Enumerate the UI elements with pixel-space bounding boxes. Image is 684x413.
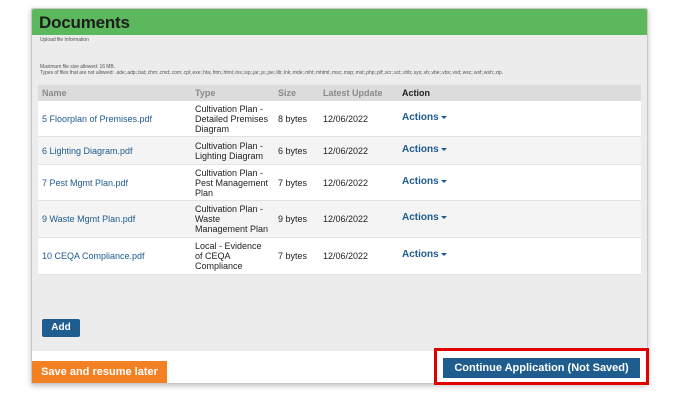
actions-label: Actions [402,176,439,187]
table-spacer [38,275,641,295]
document-date: 12/06/2022 [323,214,369,224]
column-header-size: Size [278,88,297,98]
document-link[interactable]: 6 Lighting Diagram.pdf [42,146,133,156]
actions-dropdown[interactable]: Actions [402,145,447,155]
document-type: Cultivation Plan - Lighting Diagram [195,141,277,161]
document-type-line: Lighting Diagram [195,151,264,161]
document-type-line: Cultivation Plan - [195,104,264,114]
document-date: 12/06/2022 [323,114,369,124]
actions-dropdown[interactable]: Actions [402,113,447,123]
document-type-line: Waste [195,214,221,224]
document-type: Local - Evidence of CEQA Compliance [195,241,277,271]
document-size: 8 bytes [278,114,308,124]
column-header-action: Action [402,88,430,98]
documents-section: Documents Upload file Information Maximu… [31,8,648,384]
document-type-line: Cultivation Plan - [195,204,264,214]
upload-info-label: Upload file Information [40,37,89,43]
document-link[interactable]: 10 CEQA Compliance.pdf [42,251,145,261]
document-type-line: Compliance [195,261,243,271]
document-type-line: Pest Management [195,178,269,188]
document-type-line: Plan [195,188,214,198]
document-type-line: Cultivation Plan - [195,168,264,178]
caret-down-icon [440,215,447,219]
document-type-line: Detailed Premises [195,114,269,124]
actions-dropdown[interactable]: Actions [402,213,447,223]
document-type-line: Diagram [195,124,230,134]
caret-down-icon [440,115,447,119]
document-link[interactable]: 5 Floorplan of Premises.pdf [42,114,152,124]
document-date: 12/06/2022 [323,178,369,188]
document-type: Cultivation Plan - Pest Management Plan [195,168,277,198]
document-link[interactable]: 7 Pest Mgmt Plan.pdf [42,178,128,188]
document-size: 7 bytes [278,251,308,261]
actions-dropdown[interactable]: Actions [402,250,447,260]
caret-down-icon [440,179,447,183]
actions-label: Actions [402,212,439,223]
section-header: Documents [32,9,647,35]
document-type-line: Cultivation Plan - [195,141,264,151]
document-date: 12/06/2022 [323,146,369,156]
caret-down-icon [440,147,447,151]
table-header: Name Type Size Latest Update Action [38,85,641,101]
table-row: 7 Pest Mgmt Plan.pdf Cultivation Plan - … [38,165,641,201]
actions-dropdown[interactable]: Actions [402,177,447,187]
column-header-latest-update: Latest Update [323,88,383,98]
document-size: 9 bytes [278,214,308,224]
save-and-resume-button[interactable]: Save and resume later [32,361,167,383]
document-type-line: of CEQA [195,251,231,261]
actions-label: Actions [402,144,439,155]
section-title: Documents [39,13,130,32]
table-row: 6 Lighting Diagram.pdf Cultivation Plan … [38,137,641,165]
column-header-name: Name [42,88,67,98]
document-size: 6 bytes [278,146,308,156]
caret-down-icon [440,252,447,256]
table-row: 10 CEQA Compliance.pdf Local - Evidence … [38,238,641,275]
disallowed-types-text: Types of files that are not allowed: .ad… [40,70,503,76]
add-document-button[interactable]: Add [42,319,80,337]
table-row: 9 Waste Mgmt Plan.pdf Cultivation Plan -… [38,201,641,238]
table-row: 5 Floorplan of Premises.pdf Cultivation … [38,101,641,137]
column-header-type: Type [195,88,216,98]
document-type-line: Management Plan [195,224,269,234]
document-type: Cultivation Plan - Waste Management Plan [195,204,277,234]
actions-label: Actions [402,112,439,123]
actions-label: Actions [402,249,439,260]
document-link[interactable]: 9 Waste Mgmt Plan.pdf [42,214,135,224]
document-type-line: Local - Evidence [195,241,262,251]
continue-application-button[interactable]: Continue Application (Not Saved) [443,358,640,378]
document-size: 7 bytes [278,178,308,188]
document-date: 12/06/2022 [323,251,369,261]
document-type: Cultivation Plan - Detailed Premises Dia… [195,104,277,134]
